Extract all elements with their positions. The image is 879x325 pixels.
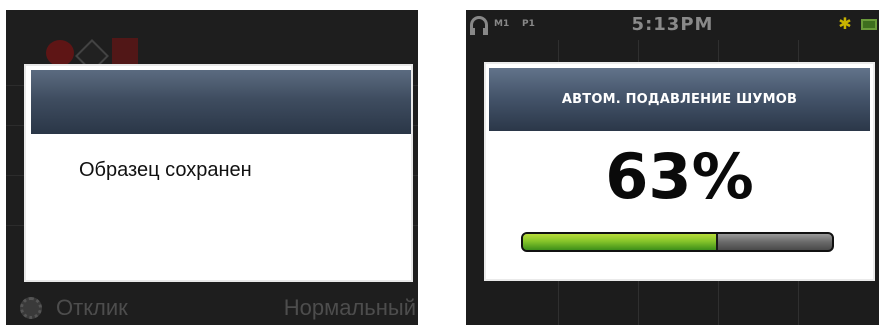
target-icon <box>46 40 74 66</box>
battery-icon <box>861 19 877 30</box>
setting-value: Нормальный <box>283 294 416 320</box>
save-confirmation-dialog: Образец сохранен <box>24 64 413 282</box>
dialog-title-bar <box>31 70 411 134</box>
dialog-message: Образец сохранен <box>79 159 252 181</box>
dialog-title-bar: АВТОМ. ПОДАВЛЕНИЕ ШУМОВ <box>489 68 870 131</box>
status-bar: M1 P1 5:13PM ✱ <box>466 10 879 40</box>
progress-bar <box>521 232 834 252</box>
gear-icon <box>20 296 42 319</box>
progress-percent: 63% <box>605 140 754 213</box>
backlight-icon: ✱ <box>838 14 852 33</box>
setting-label: Отклик <box>56 294 128 320</box>
settings-row[interactable]: Отклик Нормальный <box>6 290 418 325</box>
box-icon <box>112 38 138 66</box>
clock: 5:13PM <box>631 14 714 35</box>
noise-cancel-dialog: АВТОМ. ПОДАВЛЕНИЕ ШУМОВ 63% <box>484 62 875 281</box>
right-device-screen: M1 P1 5:13PM ✱ АВТОМ. ПОДАВЛЕНИЕ ШУМОВ 6… <box>466 10 879 325</box>
dialog-title: АВТОМ. ПОДАВЛЕНИЕ ШУМОВ <box>561 92 798 107</box>
left-device-screen: Отклик Нормальный Образец сохранен <box>6 10 418 325</box>
progress-fill <box>523 234 718 250</box>
